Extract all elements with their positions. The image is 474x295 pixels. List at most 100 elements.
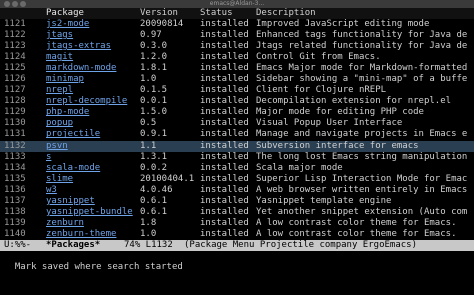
package-version: 0.5 xyxy=(140,118,157,129)
table-row[interactable]: 1139 zenburn 1.8 installed A low contrast co… xyxy=(0,218,474,229)
package-description: Superior Lisp Interaction Mode for Emac xyxy=(256,173,468,184)
minibuffer[interactable]: Mark saved where search started xyxy=(0,251,474,272)
table-row[interactable]: 1132 psvn 1.1 installed Subversion interface… xyxy=(0,140,474,152)
column-header-description[interactable]: Description xyxy=(256,8,474,19)
column-header-package[interactable]: Package xyxy=(46,8,138,19)
package-name-link[interactable]: yasnippet-bundle xyxy=(46,207,138,218)
package-status: installed xyxy=(200,41,249,52)
package-description: A low contrast color theme for Emacs. xyxy=(256,217,457,228)
modeline-position: 74% L1132 xyxy=(124,240,173,250)
row-number: 1121 xyxy=(4,19,26,29)
package-name-link[interactable]: minimap xyxy=(46,74,138,85)
table-row[interactable]: 1133 s 1.3.1 installed The long lost Emacs s… xyxy=(0,152,474,163)
table-row[interactable]: 1130 popup 0.5 installed Visual Popup User I… xyxy=(0,118,474,129)
package-name-link[interactable]: zenburn xyxy=(46,218,138,229)
package-status: installed xyxy=(200,228,249,239)
package-name-link[interactable]: projectile xyxy=(46,129,138,140)
row-number: 1126 xyxy=(4,74,26,85)
package-description: Yasnippet template engine xyxy=(256,195,392,206)
package-description: Scala major mode xyxy=(256,162,343,173)
package-version: 0.97 xyxy=(140,30,162,41)
package-status: installed xyxy=(200,129,249,140)
package-description: Major mode for editing PHP code xyxy=(256,107,424,118)
row-number: 1122 xyxy=(4,30,26,41)
minimize-window-icon[interactable] xyxy=(12,1,18,7)
row-number: 1138 xyxy=(4,206,26,217)
package-description: Decompilation extension for nrepl.el xyxy=(256,96,452,107)
package-name-link[interactable]: jtags-extras xyxy=(46,41,138,52)
package-version: 0.0.1 xyxy=(140,96,168,107)
package-name-link[interactable]: slime xyxy=(46,174,138,185)
row-number: 1134 xyxy=(4,162,26,173)
close-window-icon[interactable] xyxy=(4,1,10,7)
row-number: 1129 xyxy=(4,107,26,118)
modeline-modes[interactable]: (Package Menu Projectile company ErgoEma… xyxy=(184,240,417,251)
package-version: 1.8 xyxy=(140,217,157,228)
package-status: installed xyxy=(200,118,249,129)
table-row[interactable]: 1140 zenburn-theme 1.0 installed A low contr… xyxy=(0,229,474,240)
row-number: 1125 xyxy=(4,63,26,74)
package-status: installed xyxy=(200,107,249,118)
table-row[interactable]: 1125 markdown-mode 1.8.1 installed Emacs Maj… xyxy=(0,63,474,74)
table-row[interactable]: 1127 nrepl 0.1.5 installed Client for Clojur… xyxy=(0,85,474,96)
row-number: 1123 xyxy=(4,41,26,52)
package-version: 1.5.0 xyxy=(140,107,168,118)
package-description: A low contrast color theme for Emacs. xyxy=(256,228,457,239)
package-description: Jtags related functionality for Java de xyxy=(256,41,468,52)
package-version: 0.9.1 xyxy=(140,129,168,140)
row-number: 1135 xyxy=(4,173,26,184)
maximize-window-icon[interactable] xyxy=(20,1,26,7)
package-description: The long lost Emacs string manipulation xyxy=(256,151,468,162)
package-name-link[interactable]: js2-mode xyxy=(46,19,138,30)
package-name-link[interactable]: php-mode xyxy=(46,107,138,118)
table-row[interactable]: 1131 projectile 0.9.1 installed Manage and n… xyxy=(0,129,474,140)
package-name-link[interactable]: nrepl-decompile xyxy=(46,96,138,107)
package-name-link[interactable]: markdown-mode xyxy=(46,63,138,74)
package-description: Manage and navigate projects in Emacs e xyxy=(256,129,468,140)
table-row[interactable]: 1121 js2-mode 20090814 installed Improved Ja… xyxy=(0,19,474,30)
package-name-link[interactable]: jtags xyxy=(46,30,138,41)
table-row[interactable]: 1137 yasnippet 0.6.1 installed Yasnippet tem… xyxy=(0,196,474,207)
column-header-version[interactable]: Version xyxy=(140,8,198,19)
package-version: 4.0.46 xyxy=(140,184,173,195)
package-name-link[interactable]: psvn xyxy=(46,141,138,152)
package-status: installed xyxy=(200,173,249,184)
package-status: installed xyxy=(200,206,249,217)
package-description: Emacs Major mode for Markdown-formatted xyxy=(256,63,468,74)
package-status: installed xyxy=(200,19,249,29)
package-name-link[interactable]: scala-mode xyxy=(46,163,138,174)
row-number: 1136 xyxy=(4,184,26,195)
column-header-status[interactable]: Status xyxy=(200,8,254,19)
row-number: 1128 xyxy=(4,96,26,107)
package-name-link[interactable]: zenburn-theme xyxy=(46,229,138,240)
package-status: installed xyxy=(200,217,249,228)
table-row[interactable]: 1135 slime 20100404.1 installed Superior Lis… xyxy=(0,174,474,185)
package-name-link[interactable]: magit xyxy=(46,52,138,63)
package-status: installed xyxy=(200,85,249,96)
table-row[interactable]: 1136 w3 4.0.46 installed A web browser writt… xyxy=(0,185,474,196)
table-row[interactable]: 1123 jtags-extras 0.3.0 installed Jtags rela… xyxy=(0,41,474,52)
table-row[interactable]: 1126 minimap 1.0 installed Sidebar showing a… xyxy=(0,74,474,85)
package-description: Client for Clojure nREPL xyxy=(256,85,387,96)
table-row[interactable]: 1124 magit 1.2.0 installed Control Git from … xyxy=(0,52,474,63)
package-version: 0.6.1 xyxy=(140,195,168,206)
table-row[interactable]: 1134 scala-mode 0.0.2 installed Scala major … xyxy=(0,163,474,174)
package-name-link[interactable]: nrepl xyxy=(46,85,138,96)
package-name-link[interactable]: popup xyxy=(46,118,138,129)
package-description: Sidebar showing a "mini-map" of a buffe xyxy=(256,74,468,85)
package-name-link[interactable]: yasnippet xyxy=(46,196,138,207)
package-version: 0.6.1 xyxy=(140,206,168,217)
row-number: 1137 xyxy=(4,195,26,206)
package-status: installed xyxy=(200,30,249,41)
table-row[interactable]: 1129 php-mode 1.5.0 installed Major mode for… xyxy=(0,107,474,118)
package-version: 1.2.0 xyxy=(140,52,168,63)
package-name-link[interactable]: w3 xyxy=(46,185,138,196)
table-row[interactable]: 1138 yasnippet-bundle 0.6.1 installed Yet an… xyxy=(0,207,474,218)
modeline-buffer-name[interactable]: *Packages* xyxy=(46,240,100,251)
package-status: installed xyxy=(200,195,249,206)
package-description: A web browser written entirely in Emacs xyxy=(256,184,468,195)
table-row[interactable]: 1122 jtags 0.97 installed Enhanced tags func… xyxy=(0,30,474,41)
package-name-link[interactable]: s xyxy=(46,152,138,163)
row-number: 1131 xyxy=(4,129,26,140)
table-row[interactable]: 1128 nrepl-decompile 0.0.1 installed Decompi… xyxy=(0,96,474,107)
